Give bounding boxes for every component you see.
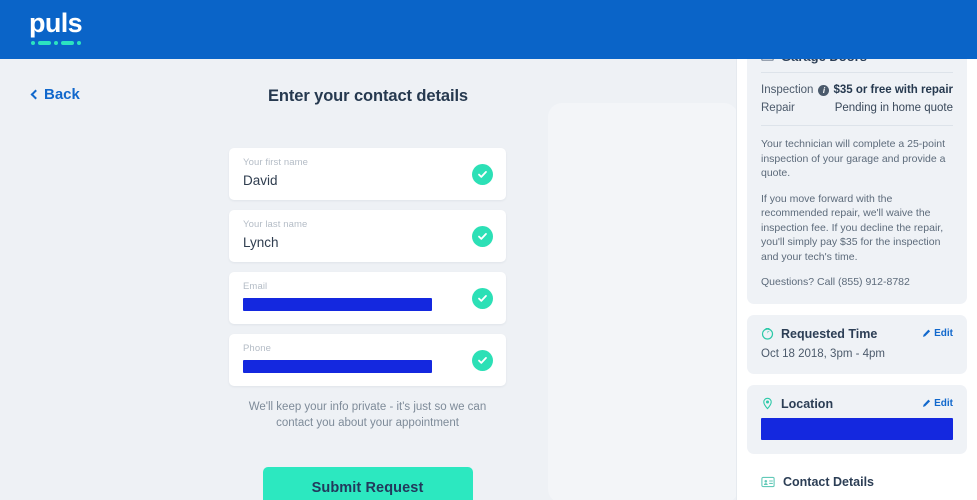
map-pin-icon [763, 397, 772, 410]
field-last-name[interactable]: Your last name Lynch [229, 210, 506, 262]
valid-check-icon [472, 226, 493, 247]
garage-door-icon [761, 59, 774, 61]
location-value [761, 417, 953, 440]
contact-details-section[interactable]: Contact Details [737, 465, 977, 489]
field-label: Your last name [243, 219, 308, 230]
requested-time-value: Oct 18 2018, 3pm - 4pm [761, 347, 886, 360]
contact-details-title: Contact Details [783, 474, 874, 489]
requested-time-card: Requested Time Edit Oct 18 2018, 3pm - 4… [747, 314, 967, 374]
field-label: Phone [243, 343, 271, 354]
info-icon[interactable]: i [818, 84, 830, 96]
repair-label: Repair [761, 102, 795, 114]
service-description: Your technician will complete a 25-point… [761, 137, 953, 290]
price-row-inspection: Inspection i $35 or free with repair [761, 84, 953, 96]
description-paragraph: Your technician will complete a 25-point… [761, 138, 946, 179]
service-summary-card: Garage Doors Inspection i $35 or free wi… [747, 59, 967, 304]
support-phone-text: Questions? Call (855) 912-8782 [761, 276, 910, 288]
contact-details-form: Your first name David Your last name Lyn… [229, 148, 506, 500]
app-root: puls Back Enter your contact details You… [0, 0, 977, 500]
id-card-icon [761, 476, 775, 487]
description-paragraph: If you move forward with the recommended… [761, 192, 944, 263]
field-email[interactable]: Email [229, 272, 506, 324]
puls-logo[interactable]: puls [29, 8, 91, 52]
location-title: Location [781, 396, 834, 411]
location-head: Location Edit [761, 397, 953, 411]
divider [761, 72, 953, 73]
edit-label: Edit [934, 328, 953, 339]
phone-input[interactable] [243, 360, 432, 373]
field-label: Email [243, 281, 268, 292]
logo-dots-icon [29, 41, 91, 45]
order-summary-sidebar: Garage Doors Inspection i $35 or free wi… [736, 59, 977, 500]
repair-price: Pending in home quote [834, 102, 953, 114]
privacy-note: We'll keep your info private - it's just… [248, 401, 487, 429]
field-first-name[interactable]: Your first name David [229, 148, 506, 200]
app-header: puls [0, 0, 977, 59]
pencil-icon [923, 329, 931, 337]
email-input[interactable] [243, 298, 432, 311]
field-phone[interactable]: Phone [229, 334, 506, 386]
inspection-price: $35 or free with repair [833, 84, 953, 96]
back-button-label: Back [44, 86, 80, 103]
valid-check-icon [472, 350, 493, 371]
service-title: Garage Doors [781, 59, 867, 64]
chevron-left-icon [30, 89, 41, 99]
service-title-row: Garage Doors [761, 59, 953, 72]
price-row-repair: Repair Pending in home quote [761, 102, 953, 114]
valid-check-icon [472, 164, 493, 185]
requested-time-head: Requested Time Edit [761, 327, 953, 341]
divider [761, 125, 953, 126]
edit-label: Edit [934, 398, 953, 409]
back-button[interactable]: Back [30, 86, 80, 103]
first-name-input[interactable]: David [243, 171, 492, 190]
last-name-input[interactable]: Lynch [243, 233, 492, 252]
valid-check-icon [472, 288, 493, 309]
pencil-icon [923, 399, 931, 407]
background-panel [548, 103, 736, 500]
edit-location-button[interactable]: Edit [922, 398, 953, 409]
edit-requested-time-button[interactable]: Edit [922, 328, 953, 339]
field-label: Your first name [243, 157, 309, 168]
requested-time-title: Requested Time [781, 326, 878, 341]
location-card: Location Edit [747, 384, 967, 454]
page-title: Enter your contact details [267, 87, 469, 105]
logo-wordmark: puls [29, 8, 83, 38]
clock-icon [761, 328, 774, 340]
main-content: Back Enter your contact details Your fir… [0, 59, 736, 500]
inspection-label: Inspection [761, 84, 814, 96]
submit-request-button[interactable]: Submit Request [262, 467, 473, 500]
